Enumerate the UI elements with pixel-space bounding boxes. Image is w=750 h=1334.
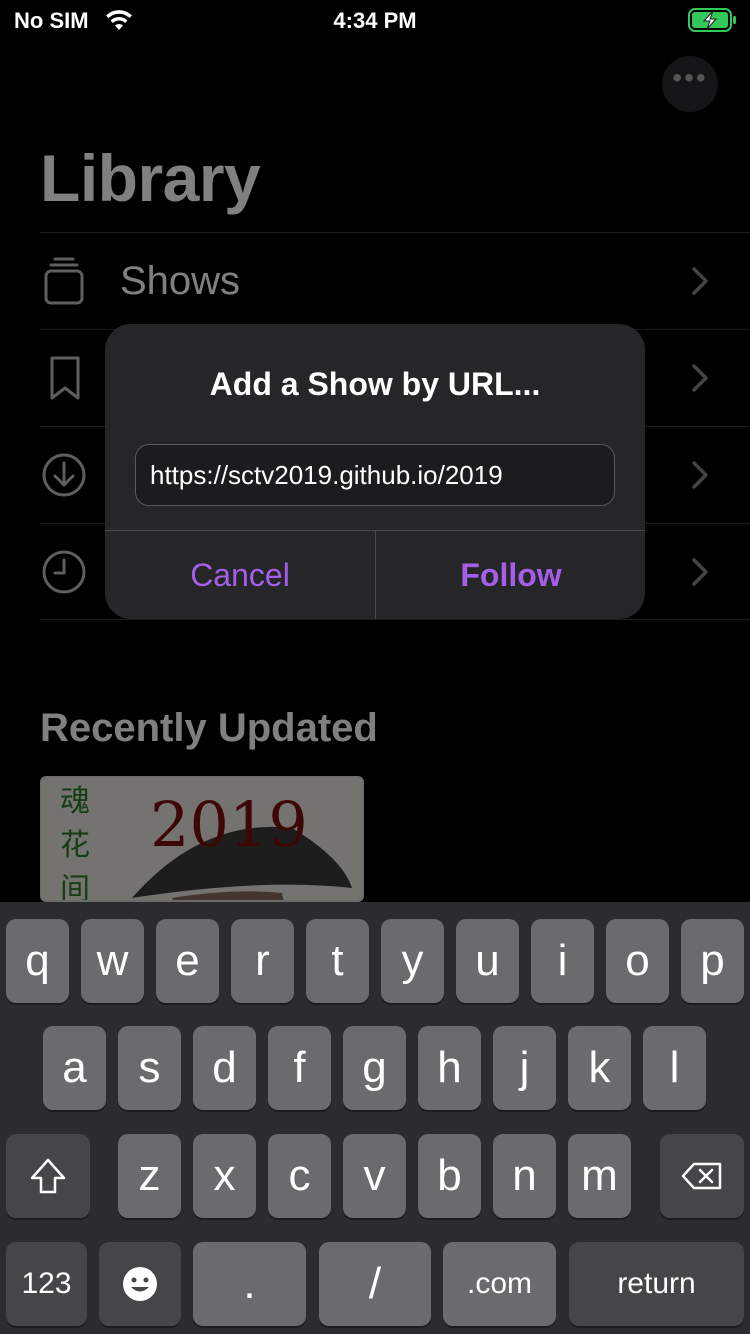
- chevron-right-icon: [692, 558, 708, 586]
- page-title: Library: [40, 141, 261, 215]
- alert-title: Add a Show by URL...: [209, 366, 541, 402]
- key-t[interactable]: t: [306, 919, 369, 1003]
- status-time: 4:34 PM: [333, 8, 417, 33]
- list-item-shows[interactable]: Shows: [40, 232, 750, 329]
- key-dotcom[interactable]: .com: [443, 1242, 556, 1326]
- backspace-icon: [681, 1162, 722, 1190]
- key-a[interactable]: a: [43, 1026, 106, 1110]
- key-i[interactable]: i: [531, 919, 594, 1003]
- battery-charging-icon: [688, 8, 736, 32]
- key-b[interactable]: b: [418, 1134, 481, 1218]
- shows-stack-icon: [44, 257, 84, 305]
- key-y[interactable]: y: [381, 919, 444, 1003]
- bookmark-icon: [50, 356, 80, 400]
- key-dot[interactable]: .: [193, 1242, 306, 1326]
- key-l[interactable]: l: [643, 1026, 706, 1110]
- follow-button[interactable]: Follow: [376, 531, 645, 619]
- key-e[interactable]: e: [156, 919, 219, 1003]
- emoji-key[interactable]: [99, 1242, 181, 1326]
- key-m[interactable]: m: [568, 1134, 631, 1218]
- key-p[interactable]: p: [681, 919, 744, 1003]
- key-u[interactable]: u: [456, 919, 519, 1003]
- section-title-recently-updated: Recently Updated: [40, 706, 378, 750]
- key-f[interactable]: f: [268, 1026, 331, 1110]
- key-g[interactable]: g: [343, 1026, 406, 1110]
- key-n[interactable]: n: [493, 1134, 556, 1218]
- numbers-key[interactable]: 123: [6, 1242, 87, 1326]
- url-input[interactable]: [135, 444, 615, 506]
- more-options-button[interactable]: •••: [662, 56, 718, 112]
- status-bar: No SIM 4:34 PM: [0, 0, 750, 40]
- key-h[interactable]: h: [418, 1026, 481, 1110]
- key-j[interactable]: j: [493, 1026, 556, 1110]
- key-k[interactable]: k: [568, 1026, 631, 1110]
- chevron-right-icon: [692, 364, 708, 392]
- shift-icon: [30, 1158, 66, 1194]
- key-o[interactable]: o: [606, 919, 669, 1003]
- thumbnail-year: 2019: [150, 788, 308, 861]
- key-c[interactable]: c: [268, 1134, 331, 1218]
- key-slash[interactable]: /: [319, 1242, 431, 1326]
- chevron-right-icon: [692, 267, 708, 295]
- key-w[interactable]: w: [81, 919, 144, 1003]
- cancel-button[interactable]: Cancel: [105, 531, 375, 619]
- thumbnail-chars: 魂 花 间: [60, 784, 90, 902]
- ellipsis-icon: •••: [672, 62, 708, 93]
- list-item-label: Shows: [120, 259, 241, 303]
- download-icon: [42, 453, 86, 497]
- chevron-right-icon: [692, 461, 708, 489]
- key-r[interactable]: r: [231, 919, 294, 1003]
- key-s[interactable]: s: [118, 1026, 181, 1110]
- shift-key[interactable]: [6, 1134, 90, 1218]
- show-thumbnail[interactable]: 魂 花 间 2019: [40, 776, 364, 902]
- emoji-icon: [123, 1267, 157, 1301]
- delete-key[interactable]: [660, 1134, 744, 1218]
- add-show-alert: Add a Show by URL... Cancel Follow: [105, 324, 645, 619]
- keyboard: q w e r t y u i o p a s d f g h j k l z …: [0, 902, 750, 1334]
- key-v[interactable]: v: [343, 1134, 406, 1218]
- key-q[interactable]: q: [6, 919, 69, 1003]
- return-key[interactable]: return: [569, 1242, 744, 1326]
- key-z[interactable]: z: [118, 1134, 181, 1218]
- key-x[interactable]: x: [193, 1134, 256, 1218]
- history-clock-icon: [42, 550, 86, 594]
- key-d[interactable]: d: [193, 1026, 256, 1110]
